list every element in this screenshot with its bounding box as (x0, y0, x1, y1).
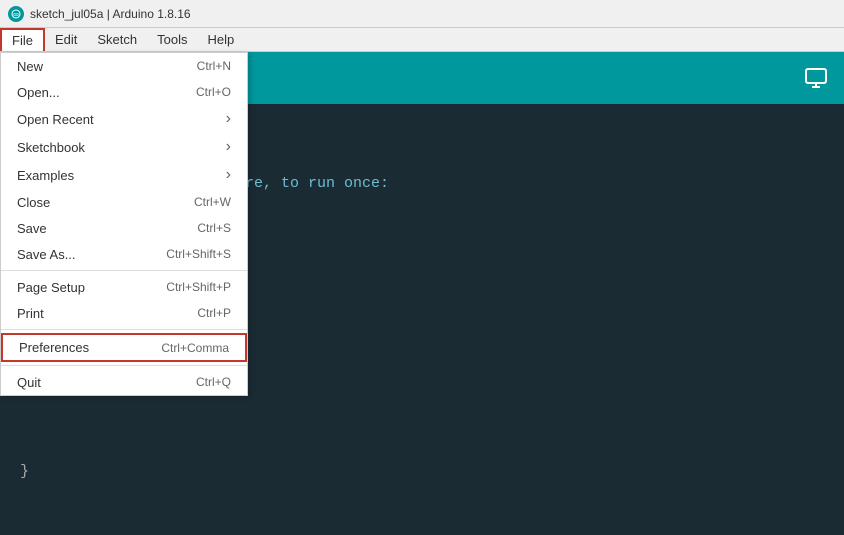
menu-new-shortcut: Ctrl+N (197, 59, 231, 73)
menu-quit-shortcut: Ctrl+Q (196, 375, 231, 389)
menu-quit-label: Quit (17, 375, 41, 390)
editor-line-5: } (20, 460, 824, 484)
file-dropdown-menu: New Ctrl+N Open... Ctrl+O Open Recent Sk… (0, 52, 248, 396)
separator-3 (1, 365, 247, 366)
menu-new-label: New (17, 59, 43, 74)
menu-sketchbook[interactable]: Sketchbook (1, 133, 247, 161)
menu-help[interactable]: Help (197, 28, 244, 51)
menu-save[interactable]: Save Ctrl+S (1, 215, 247, 241)
menu-edit[interactable]: Edit (45, 28, 87, 51)
menu-preferences-label: Preferences (19, 340, 89, 355)
menu-open-recent-label: Open Recent (17, 112, 94, 127)
menu-close-label: Close (17, 195, 50, 210)
menu-preferences[interactable]: Preferences Ctrl+Comma (1, 333, 247, 362)
menu-save-as[interactable]: Save As... Ctrl+Shift+S (1, 241, 247, 267)
menu-new[interactable]: New Ctrl+N (1, 53, 247, 79)
menu-print[interactable]: Print Ctrl+P (1, 300, 247, 326)
menu-close[interactable]: Close Ctrl+W (1, 189, 247, 215)
separator-2 (1, 329, 247, 330)
menu-save-label: Save (17, 221, 47, 236)
menu-tools[interactable]: Tools (147, 28, 197, 51)
menu-page-setup-label: Page Setup (17, 280, 85, 295)
menu-save-as-label: Save As... (17, 247, 76, 262)
menu-open-recent[interactable]: Open Recent (1, 105, 247, 133)
svg-text:∞: ∞ (13, 10, 19, 19)
menu-page-setup[interactable]: Page Setup Ctrl+Shift+P (1, 274, 247, 300)
separator-1 (1, 270, 247, 271)
menu-print-shortcut: Ctrl+P (197, 306, 231, 320)
menu-page-setup-shortcut: Ctrl+Shift+P (166, 280, 231, 294)
window-title: sketch_jul05a | Arduino 1.8.16 (30, 7, 191, 21)
menu-file[interactable]: File (0, 28, 45, 51)
menu-preferences-shortcut: Ctrl+Comma (161, 341, 229, 355)
menu-open[interactable]: Open... Ctrl+O (1, 79, 247, 105)
serial-monitor-button[interactable] (796, 58, 836, 98)
menu-sketchbook-label: Sketchbook (17, 140, 85, 155)
menu-examples-label: Examples (17, 168, 74, 183)
title-bar: ∞ sketch_jul05a | Arduino 1.8.16 (0, 0, 844, 28)
menu-open-shortcut: Ctrl+O (196, 85, 231, 99)
menu-close-shortcut: Ctrl+W (194, 195, 231, 209)
menu-examples[interactable]: Examples (1, 161, 247, 189)
menu-open-label: Open... (17, 85, 60, 100)
menu-save-as-shortcut: Ctrl+Shift+S (166, 247, 231, 261)
menu-print-label: Print (17, 306, 44, 321)
menu-sketch[interactable]: Sketch (87, 28, 147, 51)
app-icon: ∞ (8, 6, 24, 22)
menu-quit[interactable]: Quit Ctrl+Q (1, 369, 247, 395)
menu-bar: File Edit Sketch Tools Help New Ctrl+N O… (0, 28, 844, 52)
menu-save-shortcut: Ctrl+S (197, 221, 231, 235)
